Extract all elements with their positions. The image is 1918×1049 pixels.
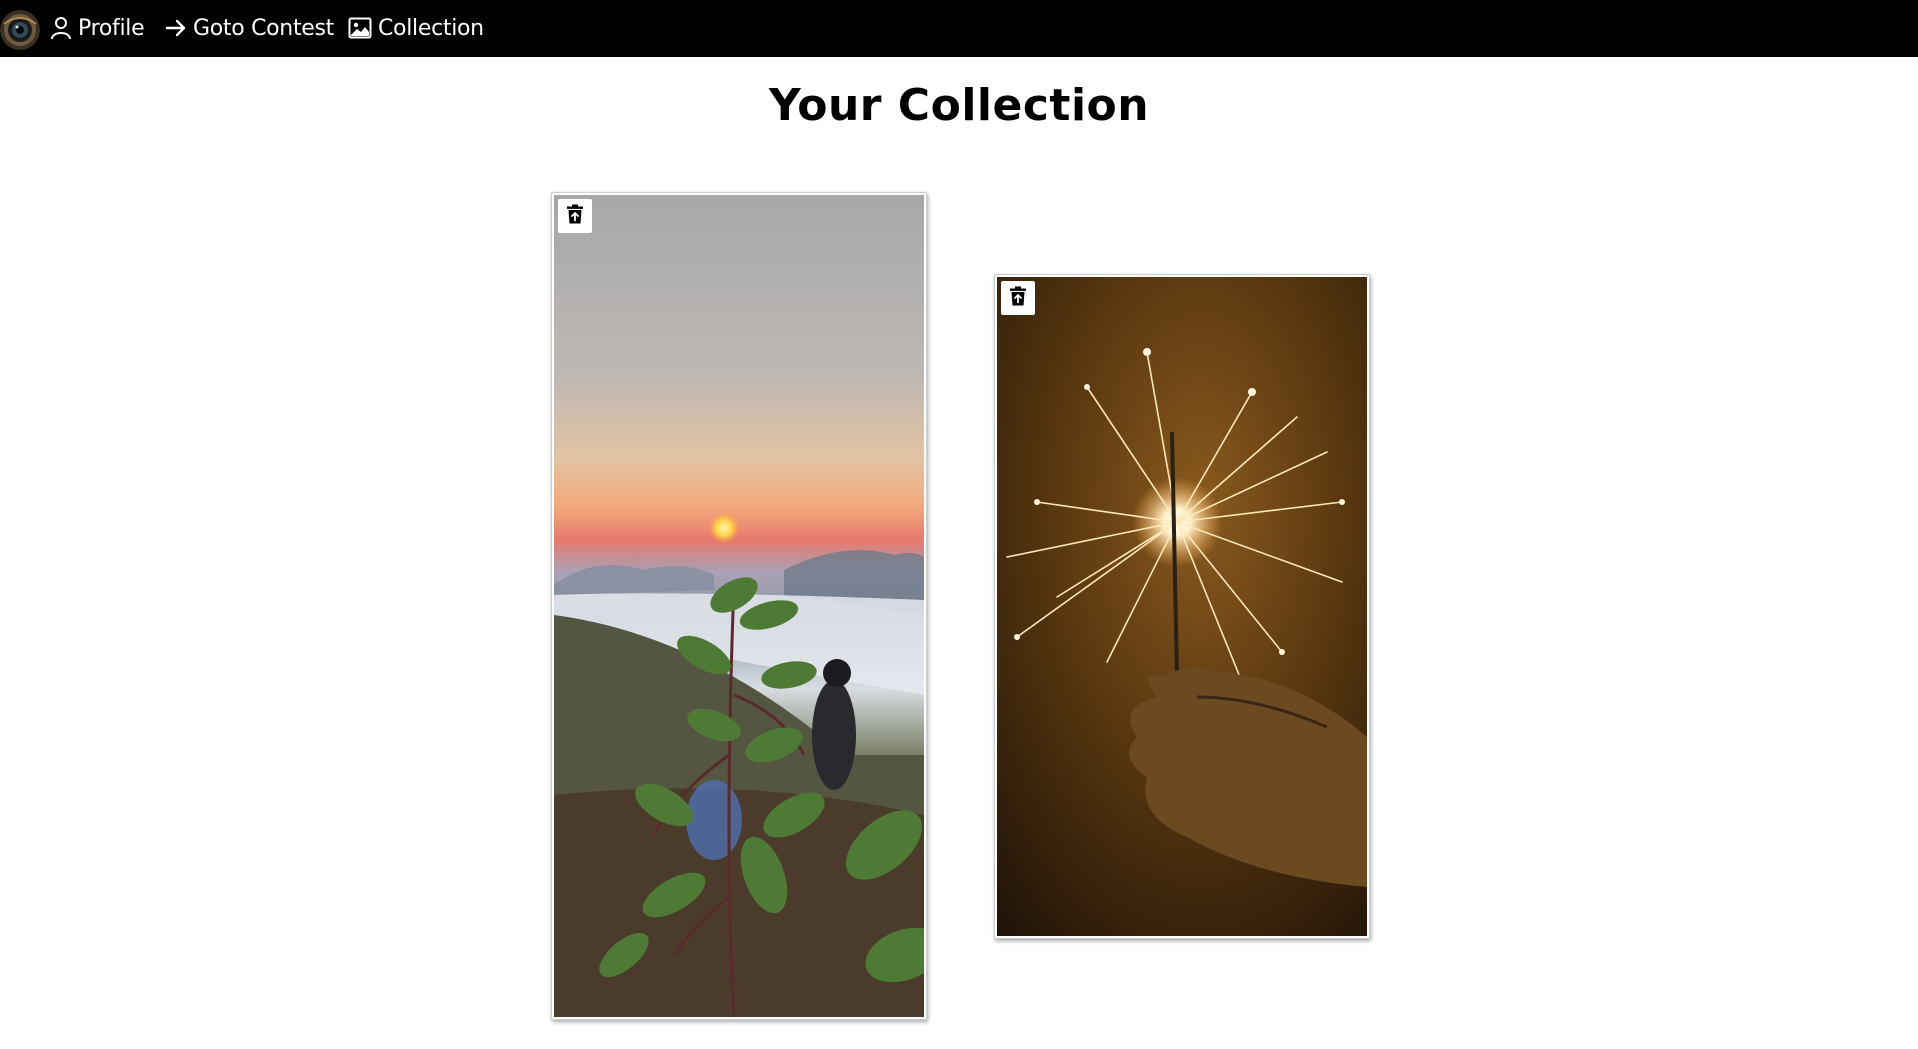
nav-profile-link[interactable]: Profile [50, 12, 145, 44]
sparkler-photo [997, 277, 1367, 936]
delete-restore-icon [1009, 286, 1027, 310]
user-icon [50, 16, 72, 40]
image-icon [348, 17, 372, 39]
nav-profile-label: Profile [78, 15, 145, 41]
sunset-plant-photo [554, 195, 924, 1017]
delete-restore-icon [566, 204, 584, 228]
nav-collection-link[interactable]: Collection [348, 12, 484, 44]
arrow-right-icon [165, 17, 187, 39]
nav-goto-contest-label: Goto Contest [193, 15, 335, 41]
remove-from-collection-button[interactable] [558, 199, 592, 233]
nav-goto-contest-link[interactable]: Goto Contest [165, 12, 334, 44]
navbar: Profile Goto Contest Collection [0, 0, 1918, 57]
camera-logo-icon[interactable] [0, 10, 40, 50]
remove-from-collection-button[interactable] [1001, 281, 1035, 315]
collection-card[interactable] [994, 274, 1370, 939]
collection-card[interactable] [551, 192, 927, 1020]
nav-collection-label: Collection [378, 15, 484, 41]
page-title: Your Collection [768, 80, 1150, 131]
